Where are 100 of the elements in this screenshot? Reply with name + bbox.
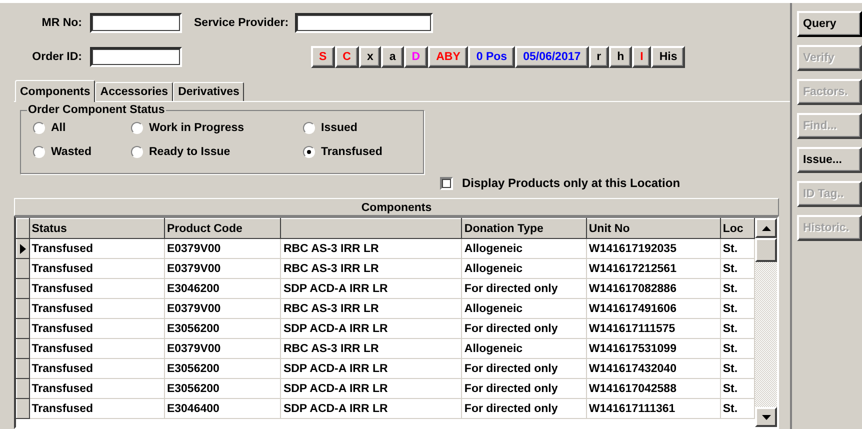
row-indicator[interactable] xyxy=(16,378,30,398)
table-cell: Allogeneic xyxy=(462,258,586,278)
table-cell: Transfused xyxy=(29,358,164,378)
table-cell: RBC AS-3 IRR LR xyxy=(280,238,462,258)
input-field[interactable] xyxy=(90,47,182,67)
scroll-down-button[interactable] xyxy=(755,407,777,427)
table-cell: W141617111361 xyxy=(586,398,720,418)
flag-button[interactable]: x xyxy=(358,46,382,68)
table-cell: RBC AS-3 IRR LR xyxy=(280,298,462,318)
radio-option[interactable]: Work in Progress xyxy=(131,122,303,134)
grid-title: Components xyxy=(14,198,779,216)
radio-option[interactable]: Ready to Issue xyxy=(131,146,303,158)
table-cell: E0379V00 xyxy=(164,298,281,318)
table-cell: E3056200 xyxy=(164,378,281,398)
table-cell: E3056200 xyxy=(164,358,281,378)
row-indicator[interactable] xyxy=(16,358,30,378)
table-cell: Transfused xyxy=(29,338,164,358)
table-cell: W141617042588 xyxy=(586,378,720,398)
radio-button[interactable] xyxy=(131,146,143,158)
table-cell: SDP ACD-A IRR LR xyxy=(280,358,462,378)
column-header[interactable]: Donation Type xyxy=(462,218,586,238)
table-cell: W141617432040 xyxy=(586,358,720,378)
flag-button[interactable]: a xyxy=(381,46,404,68)
checkbox[interactable] xyxy=(440,176,453,190)
table-cell: E3046400 xyxy=(164,398,281,418)
scroll-up-button[interactable] xyxy=(755,218,777,238)
checkbox-option[interactable]: Display Products only at this Location xyxy=(440,176,680,190)
tab[interactable]: Accessories xyxy=(95,82,174,101)
scroll-thumb[interactable] xyxy=(755,238,777,262)
table-cell: W141617082886 xyxy=(586,278,720,298)
scroll-down-icon xyxy=(762,414,770,420)
field-label: Service Provider: xyxy=(194,17,289,29)
table-cell: Transfused xyxy=(29,278,164,298)
table-cell: E0379V00 xyxy=(164,238,281,258)
field-label: MR No: xyxy=(40,17,82,29)
table-cell: W141617531099 xyxy=(586,338,720,358)
side-button[interactable]: Query xyxy=(797,11,862,37)
table-cell: For directed only xyxy=(462,398,586,418)
column-header[interactable] xyxy=(280,218,462,238)
table-cell: Transfused xyxy=(29,318,164,338)
table-cell: Allogeneic xyxy=(462,298,586,318)
table-cell: SDP ACD-A IRR LR xyxy=(280,378,462,398)
flag-button[interactable]: r xyxy=(588,46,610,68)
table-cell: W141617111575 xyxy=(586,318,720,338)
flag-button[interactable]: h xyxy=(609,46,632,68)
row-indicator[interactable] xyxy=(16,338,30,358)
table-cell: Allogeneic xyxy=(462,238,586,258)
table-cell: E3046200 xyxy=(164,278,281,298)
table-cell: For directed only xyxy=(462,358,586,378)
tab[interactable]: Components xyxy=(15,80,96,102)
radio-option[interactable]: Transfused xyxy=(303,146,413,158)
row-indicator[interactable] xyxy=(16,298,30,318)
radio-button[interactable] xyxy=(303,122,315,134)
tab[interactable]: Derivatives xyxy=(173,82,244,101)
table-cell: W141617212561 xyxy=(586,258,720,278)
header-corner xyxy=(16,218,30,238)
table-cell: E0379V00 xyxy=(164,338,281,358)
flag-button[interactable]: His xyxy=(651,46,686,68)
row-indicator[interactable] xyxy=(16,238,30,258)
radio-button[interactable] xyxy=(131,122,143,134)
table-cell: For directed only xyxy=(462,278,586,298)
scrollbar[interactable] xyxy=(755,218,777,427)
radio-button[interactable] xyxy=(303,146,315,158)
table-cell: SDP ACD-A IRR LR xyxy=(280,318,462,338)
row-indicator[interactable] xyxy=(16,318,30,338)
row-indicator[interactable] xyxy=(16,398,30,418)
radio-option[interactable]: Issued xyxy=(303,122,413,134)
table-cell: E3056200 xyxy=(164,318,281,338)
row-indicator[interactable] xyxy=(16,258,30,278)
table-cell: SDP ACD-A IRR LR xyxy=(280,398,462,418)
table-cell: RBC AS-3 IRR LR xyxy=(280,338,462,358)
column-header[interactable]: Loc xyxy=(720,218,754,238)
table-cell: Transfused xyxy=(29,298,164,318)
table-cell: For directed only xyxy=(462,318,586,338)
table-cell: RBC AS-3 IRR LR xyxy=(280,258,462,278)
radio-button[interactable] xyxy=(33,122,45,134)
table-cell: E0379V00 xyxy=(164,258,281,278)
table-cell: W141617491606 xyxy=(586,298,720,318)
input-field[interactable] xyxy=(90,13,182,33)
table-cell: Transfused xyxy=(29,258,164,278)
table-cell: Allogeneic xyxy=(462,338,586,358)
flag-button[interactable]: 0 Pos xyxy=(468,46,516,68)
radio-button[interactable] xyxy=(33,146,45,158)
flag-button[interactable]: 05/06/2017 xyxy=(515,46,589,68)
radio-option[interactable]: Wasted xyxy=(33,146,131,158)
table-cell: Transfused xyxy=(29,238,164,258)
table-cell: Transfused xyxy=(29,378,164,398)
table-cell: SDP ACD-A IRR LR xyxy=(280,278,462,298)
column-header[interactable]: Unit No xyxy=(586,218,720,238)
column-header[interactable]: Product Code xyxy=(164,218,281,238)
side-button[interactable]: Issue... xyxy=(797,147,862,173)
input-field[interactable] xyxy=(294,13,433,33)
field-label: Order ID: xyxy=(31,51,82,63)
table-cell: Transfused xyxy=(29,398,164,418)
radio-option[interactable]: All xyxy=(33,122,131,134)
row-indicator[interactable] xyxy=(16,278,30,298)
column-header[interactable]: Status xyxy=(29,218,164,238)
table-cell: For directed only xyxy=(462,378,586,398)
group-title: Order Component Status xyxy=(27,104,166,116)
scroll-up-icon xyxy=(762,226,770,230)
